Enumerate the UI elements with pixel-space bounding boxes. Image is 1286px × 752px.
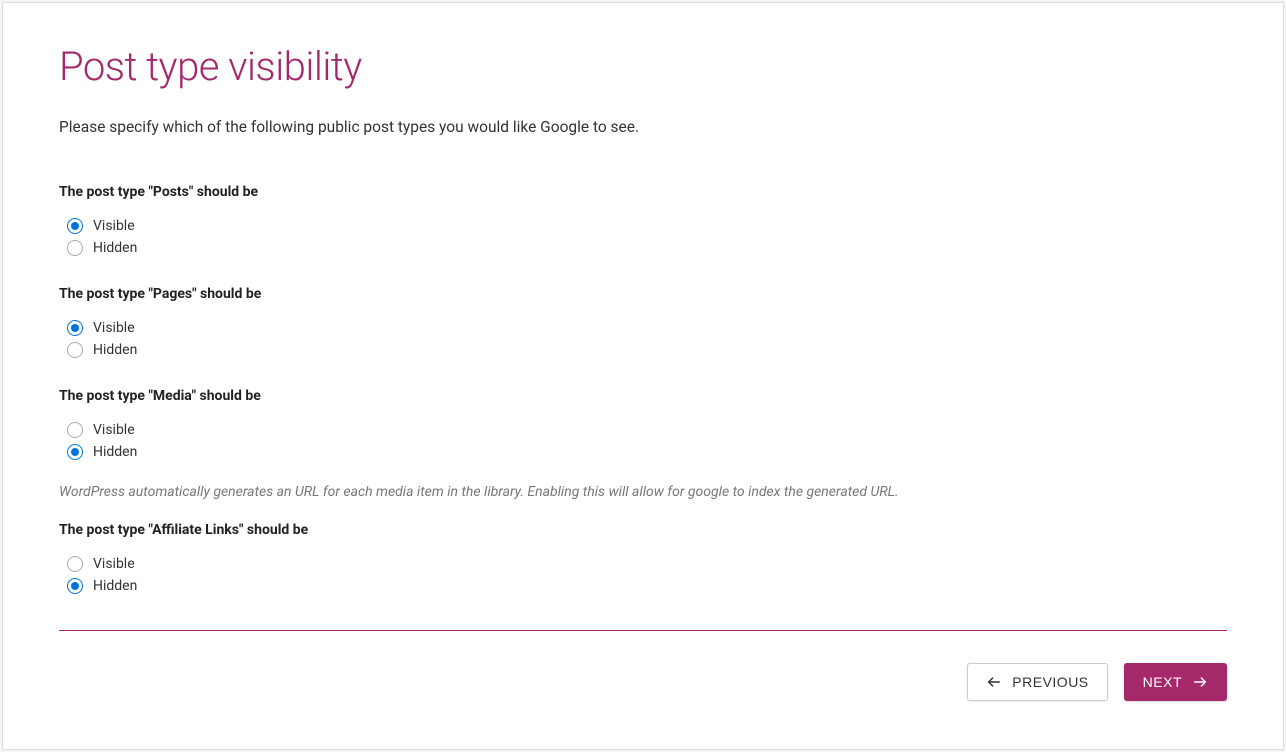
- next-button[interactable]: NEXT: [1124, 663, 1227, 701]
- section-label: The post type "Media" should be: [59, 388, 1227, 404]
- radio-option-hidden[interactable]: Hidden: [67, 342, 1227, 358]
- radio-label: Visible: [93, 218, 135, 234]
- radio-label: Hidden: [93, 240, 137, 256]
- radio-option-hidden[interactable]: Hidden: [67, 578, 1227, 594]
- radio-icon: [67, 342, 83, 358]
- section-label: The post type "Pages" should be: [59, 286, 1227, 302]
- previous-button[interactable]: PREVIOUS: [967, 663, 1107, 701]
- page-title: Post type visibility: [59, 43, 1227, 90]
- radio-label: Hidden: [93, 342, 137, 358]
- radio-icon: [67, 218, 83, 234]
- section-label: The post type "Posts" should be: [59, 184, 1227, 200]
- radio-option-visible[interactable]: Visible: [67, 556, 1227, 572]
- radio-option-hidden[interactable]: Hidden: [67, 444, 1227, 460]
- wizard-panel: Post type visibility Please specify whic…: [2, 2, 1284, 750]
- radio-icon: [67, 240, 83, 256]
- footer-nav: PREVIOUS NEXT: [59, 663, 1227, 701]
- help-text: WordPress automatically generates an URL…: [59, 484, 1227, 500]
- radio-group: Visible Hidden: [59, 422, 1227, 460]
- arrow-right-icon: [1192, 674, 1208, 690]
- radio-option-visible[interactable]: Visible: [67, 422, 1227, 438]
- intro-text: Please specify which of the following pu…: [59, 118, 1227, 136]
- radio-group: Visible Hidden: [59, 556, 1227, 594]
- radio-label: Visible: [93, 320, 135, 336]
- radio-icon: [67, 556, 83, 572]
- next-button-label: NEXT: [1143, 674, 1182, 690]
- radio-group: Visible Hidden: [59, 218, 1227, 256]
- radio-icon: [67, 444, 83, 460]
- radio-option-visible[interactable]: Visible: [67, 320, 1227, 336]
- radio-label: Hidden: [93, 578, 137, 594]
- divider: [59, 630, 1227, 631]
- previous-button-label: PREVIOUS: [1012, 674, 1088, 690]
- radio-label: Visible: [93, 422, 135, 438]
- section-label: The post type "Affiliate Links" should b…: [59, 522, 1227, 538]
- arrow-left-icon: [986, 674, 1002, 690]
- radio-label: Hidden: [93, 444, 137, 460]
- radio-icon: [67, 422, 83, 438]
- radio-group: Visible Hidden: [59, 320, 1227, 358]
- radio-icon: [67, 578, 83, 594]
- radio-label: Visible: [93, 556, 135, 572]
- radio-option-hidden[interactable]: Hidden: [67, 240, 1227, 256]
- radio-icon: [67, 320, 83, 336]
- radio-option-visible[interactable]: Visible: [67, 218, 1227, 234]
